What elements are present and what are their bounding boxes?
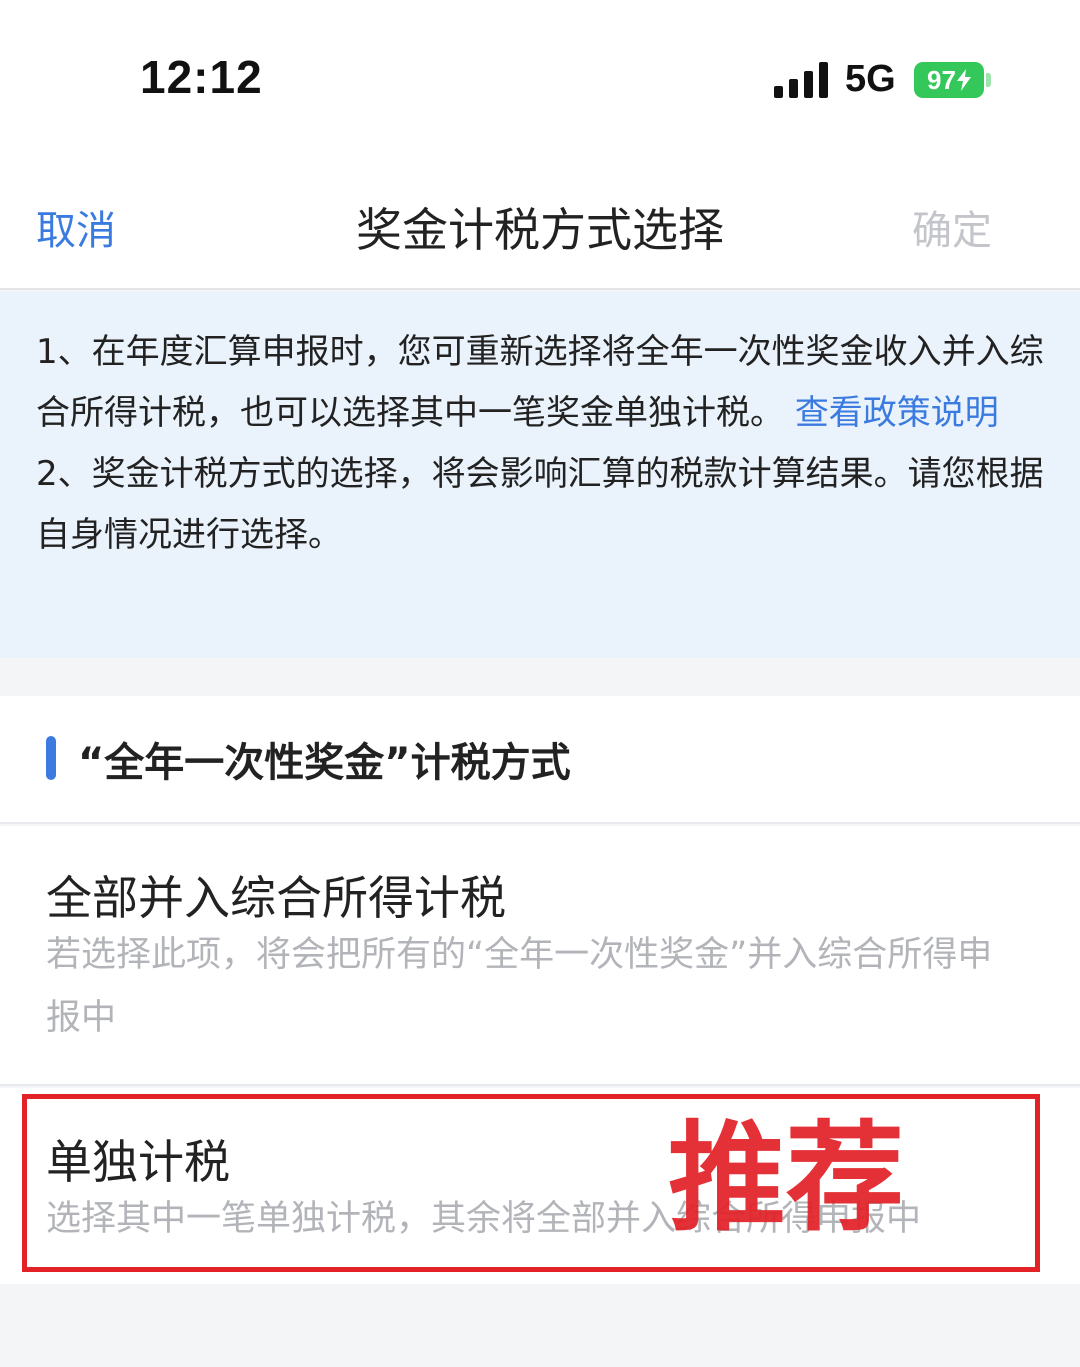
confirm-button[interactable]: 确定 <box>912 198 992 256</box>
policy-link[interactable]: 查看政策说明 <box>795 393 999 433</box>
option-title: 单独计税 <box>46 1135 230 1189</box>
battery-cap <box>986 73 991 87</box>
info-paragraph-1: 1、在年度汇算申报时，您可重新选择将全年一次性奖金收入并入综合所得计税，也可以选… <box>36 322 1044 444</box>
battery-icon: 97 <box>914 62 984 98</box>
signal-icon <box>774 62 828 98</box>
option-description: 选择其中一笔单独计税，其余将全部并入综合所得申报中 <box>46 1199 922 1239</box>
section-title: “全年一次性奖金”计税方式 <box>78 740 571 786</box>
option-separate-tax[interactable]: 单独计税 选择其中一笔单独计税，其余将全部并入综合所得申报中 <box>0 1088 1080 1284</box>
status-bar: 12:12 5G 97 <box>0 0 1080 160</box>
nav-bar: 取消 奖金计税方式选择 确定 <box>0 160 1080 290</box>
status-time: 12:12 <box>140 51 263 103</box>
option-merge-comprehensive[interactable]: 全部并入综合所得计税 若选择此项，将会把所有的“全年一次性奖金”并入综合所得申报… <box>0 826 1080 1086</box>
section-header: “全年一次性奖金”计税方式 <box>0 696 1080 824</box>
info-notice: 1、在年度汇算申报时，您可重新选择将全年一次性奖金收入并入综合所得计税，也可以选… <box>0 292 1080 658</box>
network-label: 5G <box>845 58 896 100</box>
charging-bolt-icon <box>956 69 971 91</box>
bottom-spacer <box>0 1284 1080 1367</box>
section-accent-bar <box>46 736 56 780</box>
battery-level: 97 <box>927 64 956 95</box>
option-description: 若选择此项，将会把所有的“全年一次性奖金”并入综合所得申报中 <box>46 935 993 1038</box>
option-title: 全部并入综合所得计税 <box>46 871 506 925</box>
info-paragraph-2: 2、奖金计税方式的选择，将会影响汇算的税款计算结果。请您根据自身情况进行选择。 <box>36 454 1044 555</box>
